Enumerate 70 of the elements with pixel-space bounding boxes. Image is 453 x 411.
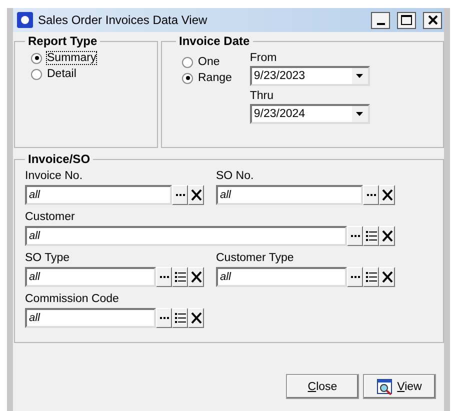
radio-label: Detail — [47, 68, 76, 80]
clear-button[interactable] — [379, 267, 395, 287]
radio-label: One — [198, 56, 220, 68]
input-field[interactable]: all — [216, 185, 363, 205]
close-icon — [190, 189, 202, 201]
browse-button[interactable] — [172, 185, 188, 205]
field-label: Customer — [25, 211, 76, 223]
radio-option[interactable]: One — [182, 54, 232, 70]
close-button[interactable]: Close — [286, 374, 359, 399]
group-title: Invoice/SO — [27, 152, 92, 166]
close-icon — [382, 271, 392, 283]
close-icon — [190, 271, 202, 283]
list-button[interactable] — [363, 226, 379, 246]
list-icon — [366, 231, 376, 241]
minimize-icon — [376, 22, 384, 24]
clear-button[interactable] — [379, 226, 395, 246]
radio-button[interactable] — [31, 68, 42, 80]
minimize-button[interactable] — [371, 12, 390, 28]
close-icon — [382, 230, 392, 242]
input-field[interactable]: all — [216, 267, 347, 287]
magnifier-icon — [377, 378, 394, 394]
radio-button[interactable] — [31, 52, 42, 64]
radio-option[interactable]: Range — [182, 70, 232, 86]
input-field[interactable]: all — [25, 185, 172, 205]
list-button[interactable] — [172, 308, 188, 328]
dropdown-arrow-icon — [356, 74, 364, 78]
field-label: SO Type — [25, 252, 71, 264]
group-title: Invoice Date — [178, 34, 251, 48]
dropdown-arrow-icon — [356, 112, 364, 116]
list-icon — [366, 272, 376, 282]
browse-button[interactable] — [156, 308, 172, 328]
date-dropdown[interactable]: 9/23/2023 — [250, 66, 370, 86]
radio-option[interactable]: Detail — [31, 66, 149, 82]
radio-button[interactable] — [182, 72, 193, 84]
list-button[interactable] — [172, 267, 188, 287]
radio-label: Range — [198, 72, 232, 84]
date-dropdown[interactable]: 9/23/2024 — [250, 104, 370, 124]
window-title: Sales Order Invoices Data View — [38, 13, 208, 27]
clear-button[interactable] — [188, 267, 204, 287]
browse-button[interactable] — [347, 267, 363, 287]
browse-button[interactable] — [156, 267, 172, 287]
close-icon — [382, 189, 392, 201]
list-icon — [174, 272, 186, 282]
radio-button[interactable] — [182, 56, 193, 68]
clear-button[interactable] — [188, 185, 204, 205]
view-button[interactable]: View — [363, 374, 436, 399]
date-label: Thru — [250, 90, 275, 102]
radio-option[interactable]: Summary — [31, 50, 149, 66]
clear-button[interactable] — [188, 308, 204, 328]
close-button[interactable] — [423, 12, 442, 28]
close-icon — [428, 15, 438, 25]
input-field[interactable]: all — [25, 267, 156, 287]
radio-label: Summary — [47, 52, 96, 64]
field-label: Invoice No. — [25, 170, 84, 182]
field-label: SO No. — [216, 170, 255, 182]
maximize-icon — [401, 15, 412, 25]
date-label: From — [250, 52, 278, 64]
input-field[interactable]: all — [25, 308, 156, 328]
list-button[interactable] — [363, 267, 379, 287]
browse-button[interactable] — [347, 226, 363, 246]
field-label: Customer Type — [216, 252, 295, 264]
maximize-button[interactable] — [397, 12, 416, 28]
field-label: Commission Code — [25, 293, 120, 305]
close-icon — [190, 312, 202, 324]
group-title: Report Type — [27, 34, 98, 48]
browse-button[interactable] — [363, 185, 379, 205]
app-icon — [17, 12, 33, 28]
list-icon — [174, 313, 186, 323]
clear-button[interactable] — [379, 185, 395, 205]
input-field[interactable]: all — [25, 226, 347, 246]
